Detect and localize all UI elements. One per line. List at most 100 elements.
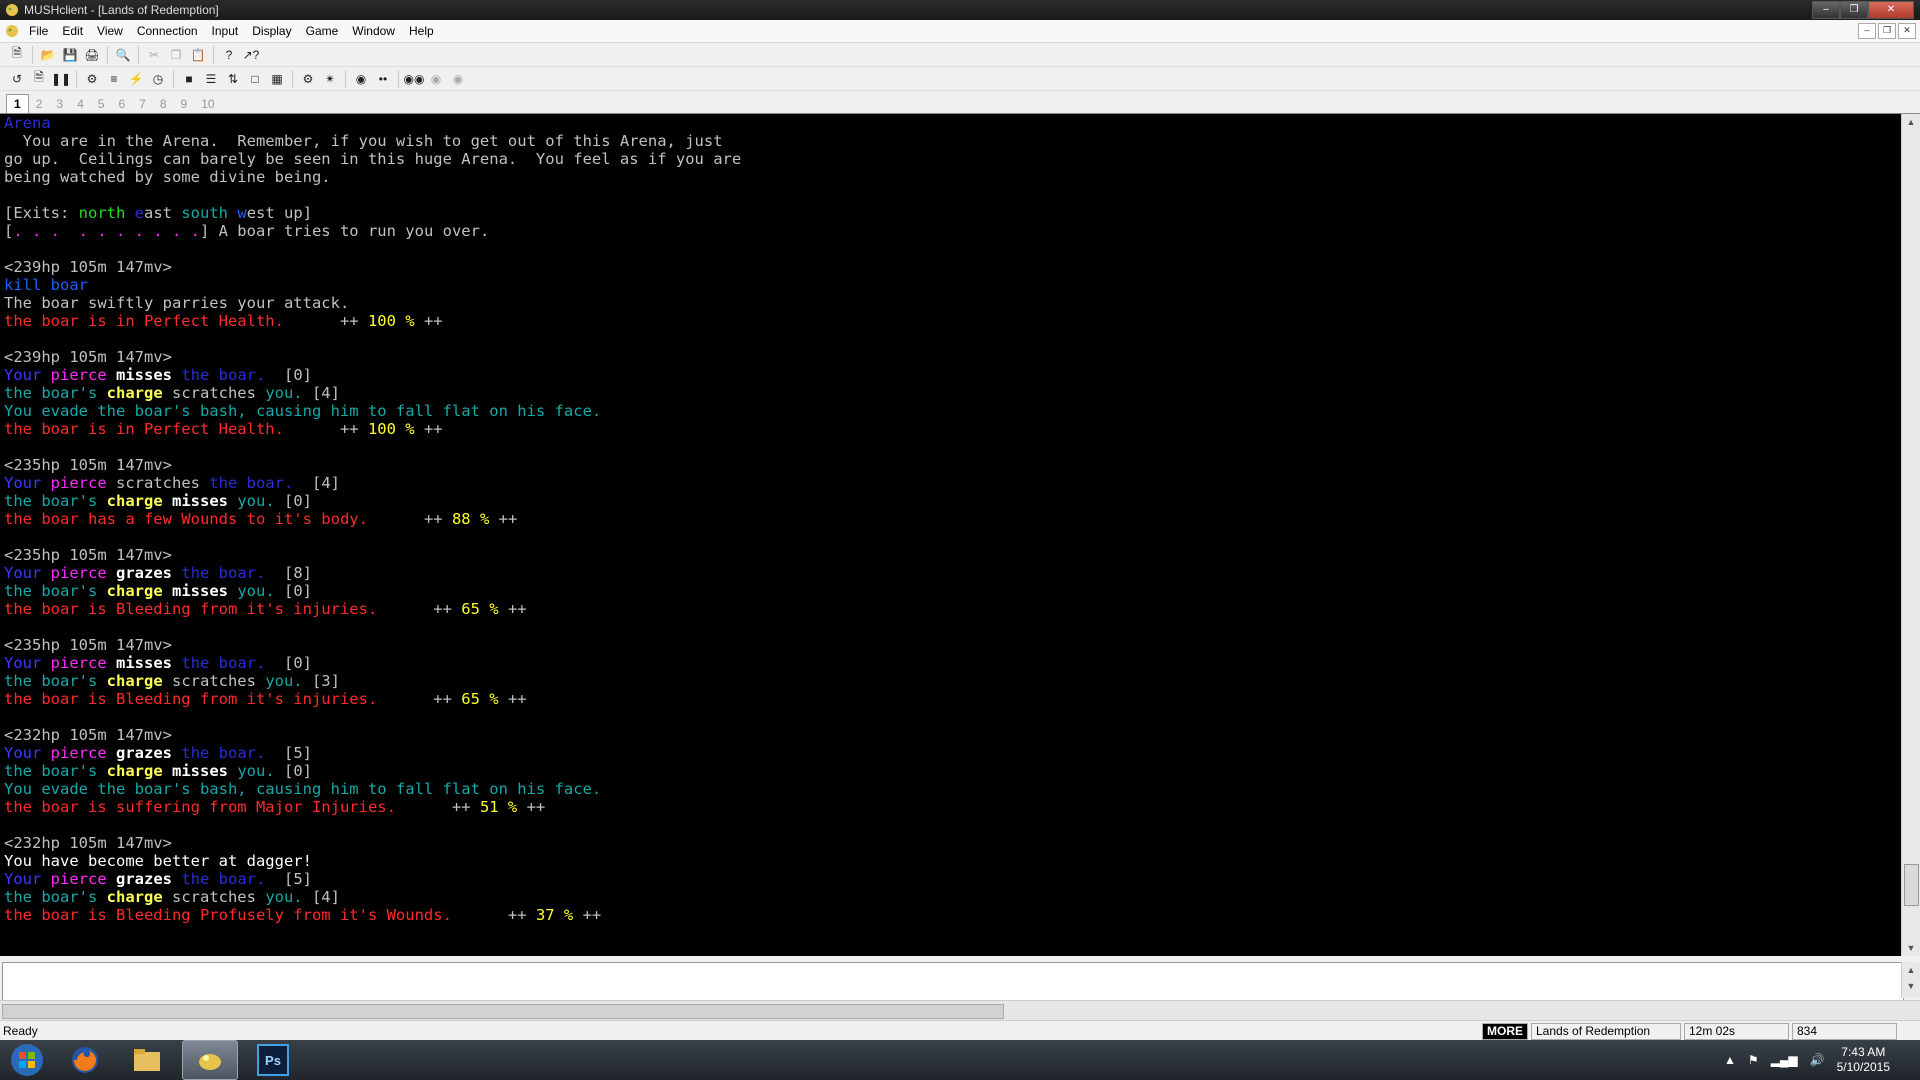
output-segment: the boar. — [181, 564, 266, 582]
triggers-icon[interactable]: ⚡ — [127, 70, 145, 88]
output-segment: the boar. — [209, 474, 294, 492]
output-segment: Your — [4, 744, 51, 762]
scroll-up-arrow-icon[interactable]: ▲ — [1902, 114, 1920, 130]
speedwalk-icon[interactable]: •• — [374, 70, 392, 88]
help-icon[interactable]: ? — [220, 46, 238, 64]
script-icon[interactable]: ✴ — [321, 70, 339, 88]
output-segment: charge — [106, 582, 163, 600]
tab-8[interactable]: 8 — [153, 95, 174, 113]
volume-icon[interactable]: 🔊 — [1810, 1053, 1825, 1067]
minimize-button[interactable]: – — [1812, 1, 1840, 19]
notepad-icon[interactable]: □ — [246, 70, 264, 88]
start-orb-icon[interactable] — [4, 1041, 50, 1079]
horizontal-scrollbar[interactable] — [0, 1000, 1920, 1021]
output-segment: you. — [237, 492, 275, 510]
tab-4[interactable]: 4 — [70, 95, 91, 113]
output-segment: 65 % — [461, 600, 499, 618]
input-vertical-scrollbar[interactable]: ▲ ▼ — [1901, 962, 1920, 998]
print-preview-icon[interactable]: 🔍 — [114, 46, 132, 64]
scroll-down-arrow-icon[interactable]: ▼ — [1902, 978, 1920, 994]
find-previous-icon[interactable]: ◉ — [449, 70, 467, 88]
output-segment: [0] — [265, 654, 313, 672]
output-line: the boar is Bleeding from it's injuries.… — [4, 690, 1902, 708]
output-line: <235hp 105m 147mv> — [4, 636, 1902, 654]
world-config-icon[interactable]: ⚙ — [83, 70, 101, 88]
mud-output-window[interactable]: Arena You are in the Arena. Remember, if… — [0, 114, 1902, 956]
scroll-thumb[interactable] — [1904, 864, 1919, 906]
restore-button[interactable]: ❐ — [1840, 1, 1868, 19]
menu-view[interactable]: View — [90, 24, 130, 38]
output-vertical-scrollbar[interactable]: ▲ ▼ — [1901, 114, 1920, 956]
log-icon[interactable]: 🗎 — [30, 70, 48, 88]
print-icon[interactable]: 🖨 — [83, 46, 101, 64]
output-segment: ++ — [367, 510, 452, 528]
macros-icon[interactable]: ⇅ — [224, 70, 242, 88]
tab-3[interactable]: 3 — [49, 95, 70, 113]
windows-taskbar: Ps ▲ ⚑ ▂▄▆ 🔊 7:43 AM 5/10/2015 — [0, 1040, 1920, 1080]
document-system-menu-icon[interactable] — [4, 23, 20, 39]
action-center-flag-icon[interactable]: ⚑ — [1748, 1053, 1759, 1067]
output-segment: [4] — [293, 474, 340, 492]
aliases-icon[interactable]: ≡ — [105, 70, 123, 88]
system-clock[interactable]: 7:43 AM 5/10/2015 — [1837, 1045, 1890, 1075]
menu-window[interactable]: Window — [345, 24, 402, 38]
menu-file[interactable]: File — [22, 24, 55, 38]
menu-display[interactable]: Display — [245, 24, 298, 38]
menu-game[interactable]: Game — [299, 24, 346, 38]
output-line: kill boar — [4, 276, 1902, 294]
tray-expand-icon[interactable]: ▲ — [1724, 1053, 1736, 1067]
output-segment: Your — [4, 366, 51, 384]
output-line: <239hp 105m 147mv> — [4, 348, 1902, 366]
find-next-icon[interactable]: ◉ — [427, 70, 445, 88]
network-signal-icon[interactable]: ▂▄▆ — [1771, 1053, 1798, 1067]
tab-6[interactable]: 6 — [111, 95, 132, 113]
plugins-icon[interactable]: ⚙ — [299, 70, 317, 88]
doc-restore-button[interactable]: ❐ — [1878, 23, 1896, 39]
list-icon[interactable]: ▦ — [268, 70, 286, 88]
tab-5[interactable]: 5 — [91, 95, 112, 113]
output-line: the boar's charge misses you. [0] — [4, 492, 1902, 510]
doc-close-button[interactable]: ✕ — [1898, 23, 1916, 39]
output-segment: pierce — [50, 654, 107, 672]
connect-icon[interactable]: ↺ — [8, 70, 26, 88]
close-button[interactable]: ✕ — [1868, 1, 1914, 19]
tab-9[interactable]: 9 — [174, 95, 195, 113]
menu-input[interactable]: Input — [205, 24, 246, 38]
tab-7[interactable]: 7 — [132, 95, 153, 113]
output-segment: charge — [106, 762, 163, 780]
firefox-icon[interactable] — [58, 1041, 112, 1079]
tab-10[interactable]: 10 — [194, 95, 221, 113]
pause-icon[interactable]: ❚❚ — [51, 70, 71, 88]
tab-1[interactable]: 1 — [6, 94, 29, 113]
output-segment: ++ — [573, 906, 602, 924]
mapper-icon[interactable]: ◉ — [352, 70, 370, 88]
mushclient-icon[interactable] — [182, 1040, 238, 1080]
menu-edit[interactable]: Edit — [55, 24, 90, 38]
output-window-icon[interactable]: ■ — [180, 70, 198, 88]
doc-minimize-button[interactable]: – — [1858, 23, 1876, 39]
save-icon[interactable]: 💾 — [61, 46, 79, 64]
output-segment: ++ — [414, 312, 443, 330]
folder-icon[interactable] — [120, 1041, 174, 1079]
open-folder-icon[interactable]: 📂 — [39, 46, 57, 64]
tab-2[interactable]: 2 — [29, 95, 50, 113]
copy-icon[interactable]: ❐ — [167, 46, 185, 64]
output-line: the boar's charge misses you. [0] — [4, 582, 1902, 600]
menu-connection[interactable]: Connection — [130, 24, 205, 38]
scroll-down-arrow-icon[interactable]: ▼ — [1902, 940, 1920, 956]
new-document-icon[interactable]: 🗎 — [8, 46, 26, 64]
context-help-icon[interactable]: ↗? — [242, 46, 260, 64]
menu-help[interactable]: Help — [402, 24, 441, 38]
find-binoculars-icon[interactable]: ◉◉ — [404, 70, 425, 88]
scroll-up-arrow-icon[interactable]: ▲ — [1902, 962, 1920, 978]
cut-icon[interactable]: ✂ — [145, 46, 163, 64]
output-segment: the boar is suffering from Major Injurie… — [4, 798, 396, 816]
timers-icon[interactable]: ◷ — [149, 70, 167, 88]
command-history-icon[interactable]: ☰ — [202, 70, 220, 88]
photoshop-icon[interactable]: Ps — [246, 1041, 300, 1079]
output-segment: [0] — [265, 366, 313, 384]
horizontal-scroll-thumb[interactable] — [2, 1004, 1004, 1019]
command-input[interactable] — [2, 962, 1904, 1002]
paste-icon[interactable]: 📋 — [189, 46, 207, 64]
